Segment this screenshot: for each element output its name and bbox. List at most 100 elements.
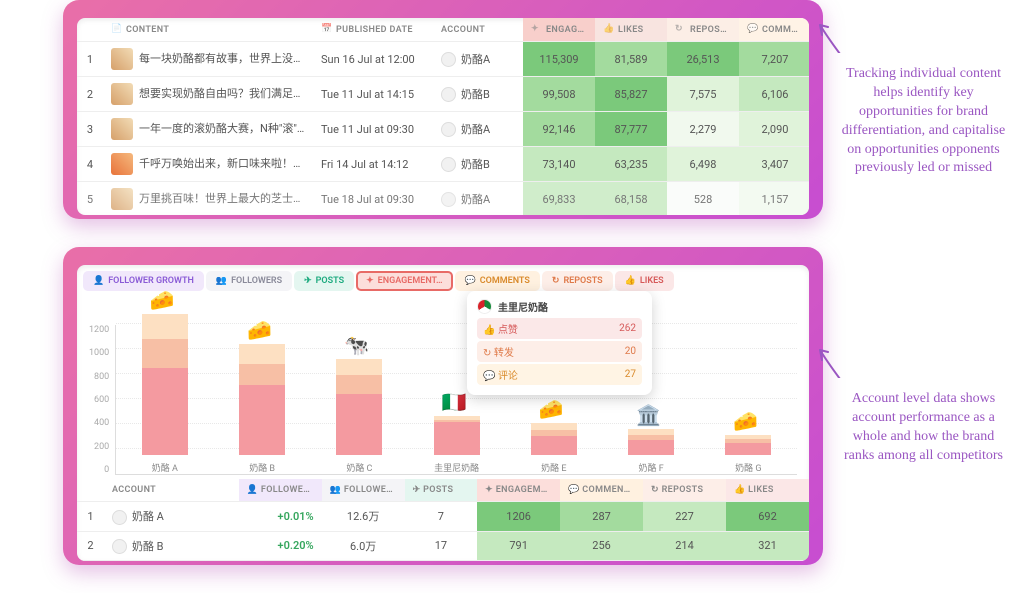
bar-icon: 🏛️ bbox=[636, 403, 666, 427]
bar-column[interactable]: 🧀奶酪 B bbox=[221, 344, 303, 474]
engagement-value: 115,309 bbox=[523, 42, 595, 77]
bar-icon: 🧀 bbox=[539, 397, 569, 421]
reposts-value: 2,279 bbox=[667, 112, 739, 147]
th-likes[interactable]: 👍LIKES bbox=[595, 18, 667, 42]
bar-label: 奶酪 A bbox=[152, 461, 178, 474]
ath-account[interactable]: ACCOUNT bbox=[104, 479, 239, 502]
analytics-card: 👤FOLLOWER GROWTH 👥FOLLOWERS ✈POSTS ✦ENGA… bbox=[77, 265, 809, 561]
ath-followers[interactable]: 👥 FOLLOWE… bbox=[322, 479, 405, 502]
comments-value: 6,106 bbox=[739, 77, 809, 112]
row-index: 1 bbox=[77, 502, 104, 532]
ath-posts[interactable]: ✈ POSTS bbox=[405, 479, 478, 502]
bars: 🧀奶酪 A🧀奶酪 B🐄奶酪 C🇮🇹圭里尼奶酪🧀奶酪 E🏛️奶酪 F🧀奶酪 G bbox=[115, 325, 797, 475]
posts-icon: ✈ bbox=[304, 276, 312, 286]
calendar-icon: 📅 bbox=[321, 24, 332, 35]
table-row[interactable]: 4千呼万唤始出来，新口味来啦！榴莲芝…Fri 14 Jul at 14:12奶酪… bbox=[77, 147, 809, 182]
engagement-value: 69,833 bbox=[523, 182, 595, 216]
spark-icon: ✦ bbox=[531, 24, 542, 35]
account-table: ACCOUNT 👤 FOLLOWE… 👥 FOLLOWE… ✈ POSTS ✦ … bbox=[77, 479, 809, 561]
comments-value: 287 bbox=[560, 502, 643, 532]
account-icon bbox=[441, 87, 456, 102]
th-engagement[interactable]: ✦ENGAGEM… bbox=[523, 18, 595, 42]
row-index: 5 bbox=[77, 182, 103, 216]
tab-reposts[interactable]: ↻REPOSTS bbox=[542, 271, 613, 291]
published-date: Sun 16 Jul at 12:00 bbox=[313, 42, 433, 77]
likes-value: 692 bbox=[726, 502, 809, 532]
row-index: 2 bbox=[77, 531, 104, 561]
row-index: 1 bbox=[77, 42, 103, 77]
ath-engagement[interactable]: ✦ ENGAGEM… bbox=[477, 479, 560, 502]
published-date: Fri 14 Jul at 14:12 bbox=[313, 147, 433, 182]
account-icon bbox=[112, 510, 127, 525]
published-date: Tue 18 Jul at 09:30 bbox=[313, 182, 433, 216]
bar-label: 圭里尼奶酪 bbox=[434, 461, 479, 474]
tab-posts[interactable]: ✈POSTS bbox=[294, 271, 354, 291]
table-row[interactable]: 2想要实现奶酪自由吗？我们满足你！即…Tue 11 Jul at 14:15奶酪… bbox=[77, 77, 809, 112]
thumbnail bbox=[111, 153, 133, 175]
table-row[interactable]: 5万里挑百味！世界上最大的芝士企业…Tue 18 Jul at 09:30奶酪A… bbox=[77, 182, 809, 216]
reposts-value: 7,575 bbox=[667, 77, 739, 112]
growth-icon: 👤 bbox=[247, 485, 259, 495]
tab-comments[interactable]: 💬COMMENTS bbox=[455, 271, 540, 291]
bar-column[interactable]: 🧀奶酪 A bbox=[124, 314, 206, 474]
likes-icon: 👍 bbox=[625, 276, 636, 286]
reposts-value: 26,513 bbox=[667, 42, 739, 77]
table-row[interactable]: 1每一块奶酪都有故事，世界上没有相同…Sun 16 Jul at 12:00奶酪… bbox=[77, 42, 809, 77]
engagement-icon: ✦ bbox=[366, 276, 374, 286]
likes-value: 63,235 bbox=[595, 147, 667, 182]
bar-column[interactable]: 🏛️奶酪 F bbox=[610, 429, 692, 474]
chart-tooltip: 圭里尼奶酪 👍 点赞262 ↻ 转发20 💬 评论27 bbox=[467, 291, 652, 395]
reposts-icon: ↻ bbox=[651, 485, 659, 495]
tab-followers[interactable]: 👥FOLLOWERS bbox=[206, 271, 292, 291]
th-comments[interactable]: 💬COMMENTS bbox=[739, 18, 809, 42]
row-index: 3 bbox=[77, 112, 103, 147]
bar-icon: 🇮🇹 bbox=[442, 390, 472, 414]
account-cell: 奶酪A bbox=[433, 182, 523, 216]
account-name: 奶酪 A bbox=[104, 502, 239, 532]
ath-likes[interactable]: 👍 LIKES bbox=[726, 479, 809, 502]
tooltip-account: 圭里尼奶酪 bbox=[498, 299, 548, 314]
likes-value: 81,589 bbox=[595, 42, 667, 77]
growth-value: +0.20% bbox=[239, 531, 322, 561]
tooltip-row-reposts: ↻ 转发20 bbox=[477, 341, 642, 362]
tab-follower-growth[interactable]: 👤FOLLOWER GROWTH bbox=[83, 271, 204, 291]
tooltip-row-comments: 💬 评论27 bbox=[477, 364, 642, 385]
italy-flag-icon bbox=[477, 299, 492, 314]
table-row[interactable]: 3一年一度的滚奶酪大赛，N种"滚"法让…Tue 11 Jul at 09:30奶… bbox=[77, 112, 809, 147]
row-index: 2 bbox=[77, 77, 103, 112]
th-reposts[interactable]: ↻REPOSTS bbox=[667, 18, 739, 42]
table-row[interactable]: 1奶酪 A+0.01%12.6万71206287227692 bbox=[77, 502, 809, 532]
account-icon bbox=[441, 192, 456, 207]
annotation-1: Tracking individual content helps identi… bbox=[836, 65, 1011, 178]
account-name: 奶酪 B bbox=[104, 531, 239, 561]
followers-icon: 👥 bbox=[330, 485, 342, 495]
ath-comments[interactable]: 💬 COMMENTS bbox=[560, 479, 643, 502]
tab-engagement[interactable]: ✦ENGAGEMENT… bbox=[356, 271, 452, 291]
bar-column[interactable]: 🐄奶酪 C bbox=[319, 359, 401, 474]
th-account[interactable]: ACCOUNT bbox=[433, 18, 523, 42]
comments-value: 1,157 bbox=[739, 182, 809, 216]
published-date: Tue 11 Jul at 14:15 bbox=[313, 77, 433, 112]
th-published[interactable]: 📅PUBLISHED DATE bbox=[313, 18, 433, 42]
ath-reposts[interactable]: ↻ REPOSTS bbox=[643, 479, 726, 502]
content-title: 每一块奶酪都有故事，世界上没有相同… bbox=[103, 42, 313, 77]
likes-value: 87,777 bbox=[595, 112, 667, 147]
bar-column[interactable]: 🇮🇹圭里尼奶酪 bbox=[416, 416, 498, 474]
bar-label: 奶酪 C bbox=[346, 461, 372, 474]
content-title: 想要实现奶酪自由吗？我们满足你！即… bbox=[103, 77, 313, 112]
engagement-value: 73,140 bbox=[523, 147, 595, 182]
chart-area: 120010008006004002000 🧀奶酪 A🧀奶酪 B🐄奶酪 C🇮🇹圭… bbox=[77, 297, 809, 479]
reposts-icon: ↻ bbox=[552, 276, 560, 286]
reposts-value: 214 bbox=[643, 531, 726, 561]
table-row[interactable]: 2奶酪 B+0.20%6.0万17791256214321 bbox=[77, 531, 809, 561]
thumb-icon: 👍 bbox=[603, 24, 614, 35]
ath-growth[interactable]: 👤 FOLLOWE… bbox=[239, 479, 322, 502]
comment-icon: 💬 bbox=[747, 24, 758, 35]
bar-icon: 🧀 bbox=[733, 409, 763, 433]
th-content[interactable]: 📄CONTENT bbox=[103, 18, 313, 42]
reposts-value: 528 bbox=[667, 182, 739, 216]
tab-likes[interactable]: 👍LIKES bbox=[615, 271, 674, 291]
engagement-value: 1206 bbox=[477, 502, 560, 532]
bar-column[interactable]: 🧀奶酪 G bbox=[708, 435, 790, 474]
metric-tabs: 👤FOLLOWER GROWTH 👥FOLLOWERS ✈POSTS ✦ENGA… bbox=[77, 265, 809, 291]
